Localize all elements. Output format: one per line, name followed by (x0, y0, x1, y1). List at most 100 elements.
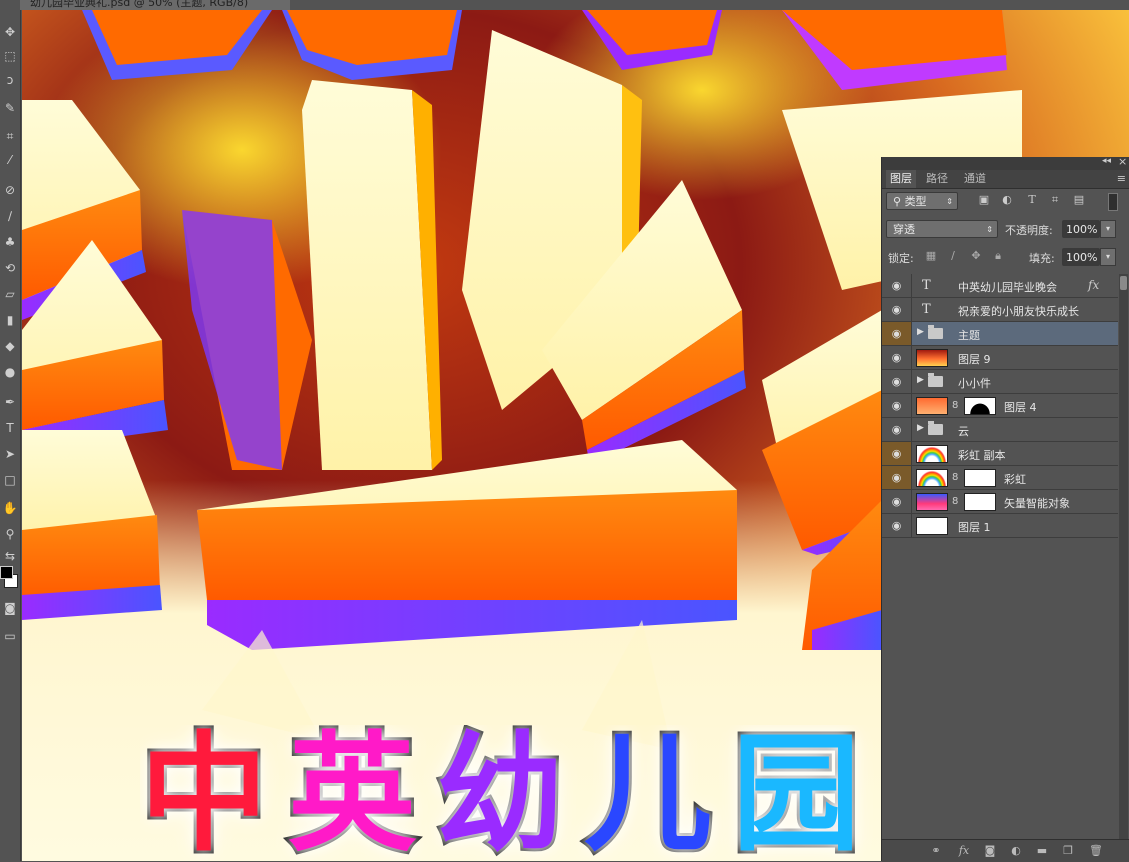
visibility-eye-icon[interactable]: ◉ (882, 442, 912, 465)
visibility-eye-icon[interactable]: ◉ (882, 394, 912, 417)
tab-channels[interactable]: 通道 (960, 170, 990, 188)
filter-toggle[interactable] (1108, 193, 1118, 211)
layers-scrollbar[interactable] (1119, 274, 1128, 848)
quick-mask-icon[interactable]: ◙ (0, 598, 20, 618)
history-brush-icon[interactable]: ⟲ (0, 258, 20, 278)
mask-link-icon[interactable]: 8 (952, 472, 958, 483)
expand-caret-icon[interactable]: ▶ (917, 327, 924, 337)
add-style-icon[interactable]: fx (956, 844, 972, 858)
expand-caret-icon[interactable]: ▶ (917, 423, 924, 433)
title-chars: 中英幼儿园 (140, 725, 880, 861)
document-tab-title: 幼儿园毕业典礼.psd @ 50% (主题, RGB/8) (30, 0, 249, 9)
layer-row[interactable]: ◉ ▶ 云 (882, 418, 1118, 442)
panel-tabs: 图层 路径 通道 ≡ (882, 170, 1129, 189)
expand-caret-icon[interactable]: ▶ (917, 375, 924, 385)
new-layer-icon[interactable]: ❐ (1060, 844, 1076, 858)
layer-row[interactable]: ◉ 图层 9 (882, 346, 1118, 370)
swap-colors-icon[interactable]: ⇆ (0, 546, 20, 566)
layer-row[interactable]: ◉ 8 图层 4 (882, 394, 1118, 418)
brush-icon[interactable]: ∕ (0, 206, 20, 226)
fill-dropdown-icon[interactable]: ▾ (1100, 248, 1116, 266)
type-icon[interactable]: T (0, 418, 20, 438)
filter-pixel-icon[interactable]: ▣ (977, 193, 991, 207)
mask-link-icon[interactable]: 8 (952, 400, 958, 411)
hand-icon[interactable]: ✋ (0, 498, 20, 518)
filter-kind-select[interactable]: ⚲ 类型 ⇕ (886, 192, 958, 210)
opacity-label: 不透明度: (1005, 224, 1053, 237)
clone-stamp-icon[interactable]: ♣ (0, 232, 20, 252)
title-char: 儿 (581, 725, 715, 861)
filter-adjustment-icon[interactable]: ◐ (1000, 193, 1014, 207)
layer-row[interactable]: ◉ T 中英幼儿园毕业晚会 fx (882, 274, 1118, 298)
layer-effects-icon[interactable]: fx (1088, 278, 1099, 292)
lock-transparent-icon[interactable]: ▦ (924, 249, 938, 263)
pen-icon[interactable]: ✒ (0, 392, 20, 412)
layer-name: 矢量智能对象 (1004, 497, 1070, 510)
blur-icon[interactable]: ◆ (0, 336, 20, 356)
layer-mask-thumbnail[interactable] (964, 469, 996, 487)
layer-row[interactable]: ◉ T 祝亲爱的小朋友快乐成长 (882, 298, 1118, 322)
visibility-eye-icon[interactable]: ◉ (882, 514, 912, 537)
tab-paths[interactable]: 路径 (922, 170, 952, 188)
layer-thumbnail (916, 493, 948, 511)
visibility-eye-icon[interactable]: ◉ (882, 490, 912, 513)
healing-icon[interactable]: ⊘ (0, 180, 20, 200)
mask-link-icon[interactable]: 8 (952, 496, 958, 507)
filter-shape-icon[interactable]: ⌗ (1048, 193, 1062, 207)
screen-mode-icon[interactable]: ▭ (0, 626, 20, 646)
path-select-icon[interactable]: ➤ (0, 444, 20, 464)
layer-thumbnail (916, 517, 948, 535)
lock-pixels-icon[interactable]: ∕ (946, 249, 960, 263)
opacity-value: 100% (1066, 223, 1098, 236)
opacity-dropdown-icon[interactable]: ▾ (1100, 220, 1116, 238)
link-layers-icon[interactable]: ⚭ (928, 844, 944, 858)
tab-layers[interactable]: 图层 (886, 170, 916, 188)
layer-name: 图层 4 (1004, 401, 1037, 414)
layer-row[interactable]: ◉ 8 彩虹 (882, 466, 1118, 490)
layer-row[interactable]: ◉ 图层 1 (882, 514, 1118, 538)
eyedropper-icon[interactable]: ⁄ (0, 150, 20, 170)
marquee-icon[interactable]: ⬚ (0, 46, 20, 66)
opacity-input[interactable]: 100% (1062, 220, 1100, 238)
lock-position-icon[interactable]: ✥ (969, 249, 983, 263)
new-adjustment-icon[interactable]: ◐ (1008, 844, 1024, 858)
zoom-icon[interactable]: ⚲ (0, 524, 20, 544)
layer-mask-thumbnail[interactable] (964, 493, 996, 511)
visibility-eye-icon[interactable]: ◉ (882, 466, 912, 489)
filter-type-icon[interactable]: T (1025, 193, 1039, 207)
visibility-eye-icon[interactable]: ◉ (882, 298, 912, 321)
add-mask-icon[interactable]: ◙ (982, 844, 998, 858)
layer-name: 彩虹 (1004, 473, 1026, 486)
foreground-color-icon[interactable] (0, 566, 13, 579)
shape-icon[interactable]: □ (0, 470, 20, 490)
lasso-icon[interactable]: ↄ (0, 70, 20, 90)
layer-row-selected[interactable]: ◉ ▶ 主题 (882, 322, 1118, 346)
lock-all-icon[interactable]: 🔒︎ (991, 249, 1005, 263)
layer-row[interactable]: ◉ 8 矢量智能对象 (882, 490, 1118, 514)
layer-row[interactable]: ◉ 彩虹 副本 (882, 442, 1118, 466)
gradient-icon[interactable]: ▮ (0, 310, 20, 330)
new-group-icon[interactable]: ▬ (1034, 844, 1050, 858)
panel-menu-icon[interactable]: ≡ (1117, 170, 1126, 188)
fill-input[interactable]: 100% (1062, 248, 1100, 266)
visibility-eye-icon[interactable]: ◉ (882, 346, 912, 369)
dodge-icon[interactable]: ● (0, 362, 20, 382)
filter-smart-object-icon[interactable]: ▤ (1072, 193, 1086, 207)
collapse-panel-icon[interactable]: ◂◂ (1102, 156, 1111, 166)
close-panel-icon[interactable]: × (1118, 155, 1127, 168)
layer-row[interactable]: ◉ ▶ 小小件 (882, 370, 1118, 394)
move-icon[interactable]: ✥ (0, 22, 20, 42)
delete-layer-icon[interactable]: 🗑︎ (1088, 844, 1104, 858)
visibility-eye-icon[interactable]: ◉ (882, 274, 912, 297)
scrollbar-thumb[interactable] (1120, 276, 1127, 290)
visibility-eye-icon[interactable]: ◉ (882, 322, 912, 345)
folder-icon (928, 421, 943, 435)
blend-mode-select[interactable]: 穿透 ⇕ (886, 220, 998, 238)
quick-select-icon[interactable]: ✎ (0, 98, 20, 118)
layer-mask-thumbnail[interactable] (964, 397, 996, 415)
visibility-eye-icon[interactable]: ◉ (882, 418, 912, 441)
visibility-eye-icon[interactable]: ◉ (882, 370, 912, 393)
eraser-icon[interactable]: ▱ (0, 284, 20, 304)
crop-icon[interactable]: ⌗ (0, 126, 20, 146)
document-tab[interactable]: 幼儿园毕业典礼.psd @ 50% (主题, RGB/8) × (20, 0, 290, 10)
